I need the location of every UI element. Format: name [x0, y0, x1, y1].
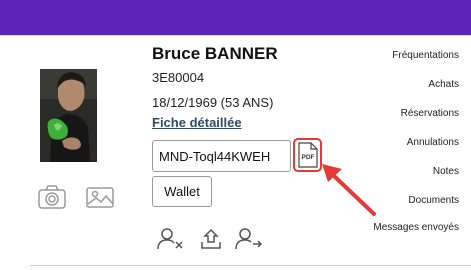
menu-item-reservations[interactable]: Réservations: [401, 108, 459, 119]
transfer-user-icon[interactable]: [235, 227, 263, 251]
menu-item-messages-envoyes[interactable]: Messages envoyés: [373, 222, 459, 233]
pdf-icon[interactable]: PDF: [298, 142, 318, 168]
pdf-icon-label: PDF: [302, 154, 315, 161]
menu-item-annulations[interactable]: Annulations: [407, 137, 459, 148]
top-bar: [0, 0, 471, 35]
menu-item-notes[interactable]: Notes: [433, 166, 459, 177]
menu-item-documents[interactable]: Documents: [408, 195, 459, 206]
remove-user-icon[interactable]: [157, 227, 185, 251]
upload-icon[interactable]: [199, 227, 227, 251]
detailed-record-link[interactable]: Fiche détaillée: [152, 115, 242, 130]
menu-item-achats[interactable]: Achats: [428, 79, 459, 90]
annotation-arrow: [322, 164, 376, 216]
wallet-button[interactable]: Wallet: [152, 176, 212, 207]
menu-item-frequentations[interactable]: Fréquentations: [392, 50, 459, 61]
token-button[interactable]: MND-Toql44KWEH: [152, 140, 291, 172]
bottom-divider: [30, 265, 471, 266]
customer-photo: [40, 69, 97, 162]
image-icon[interactable]: [84, 183, 116, 211]
customer-birthdate: 18/12/1969 (53 ANS): [152, 95, 274, 110]
customer-name: Bruce BANNER: [152, 44, 278, 63]
panel-top-border: [0, 35, 471, 36]
customer-code: 3E80004: [152, 70, 205, 85]
camera-icon[interactable]: [36, 183, 68, 211]
